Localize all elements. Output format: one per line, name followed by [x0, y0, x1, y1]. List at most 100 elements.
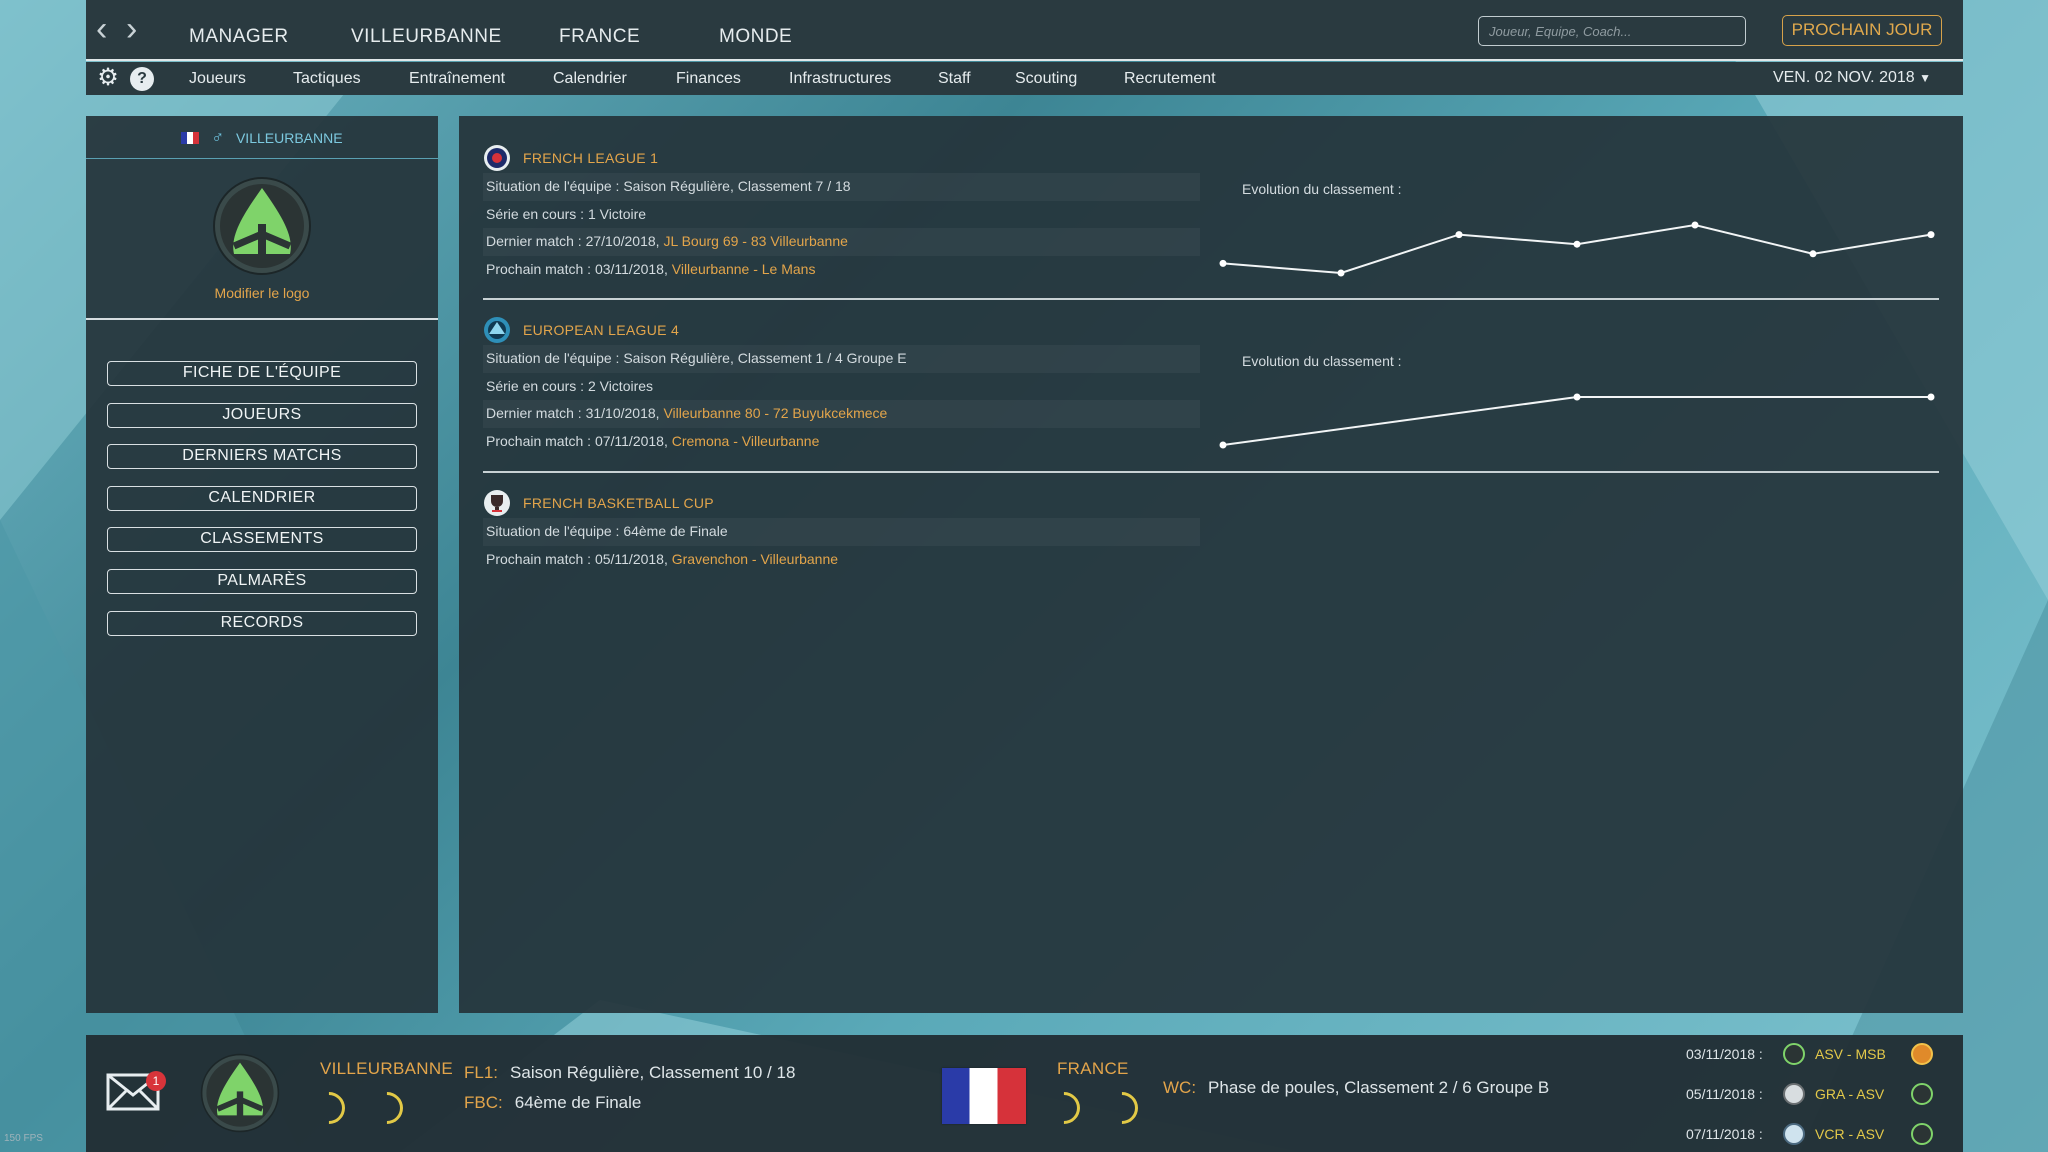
team-logo-icon[interactable] — [200, 1053, 280, 1133]
fixture-match[interactable]: ASV - MSB — [1815, 1046, 1886, 1062]
nav-manager[interactable]: MANAGER — [189, 26, 351, 48]
forward-arrow-icon[interactable]: › — [126, 12, 150, 46]
players-button[interactable]: JOUEURS — [107, 402, 417, 428]
team-name[interactable]: VILLEURBANNE — [236, 130, 343, 146]
wc-value: Phase de poules, Classement 2 / 6 Groupe… — [1208, 1078, 1550, 1097]
last-matches-button[interactable]: DERNIERS MATCHS — [107, 444, 417, 470]
away-team-logo-icon — [1911, 1123, 1933, 1145]
fps-counter: 150 FPS — [4, 1133, 43, 1144]
date-dropdown[interactable]: VEN. 02 NOV. 2018 ▼ — [1773, 69, 1931, 87]
evolution-point — [1455, 231, 1463, 239]
fixture-match[interactable]: VCR - ASV — [1815, 1126, 1884, 1142]
tab-tactiques[interactable]: Tactiques — [293, 70, 409, 88]
modify-logo-link[interactable]: Modifier le logo — [86, 285, 438, 301]
tab-staff[interactable]: Staff — [938, 70, 1015, 88]
wc-key: WC: — [1163, 1078, 1197, 1097]
evolution-point — [1927, 393, 1935, 401]
status-bar: 1 VILLEURBANNE FL1: Saison Régulière, Cla… — [86, 1035, 1963, 1152]
tab-scouting[interactable]: Scouting — [1015, 70, 1124, 88]
tab-entrainement[interactable]: Entraînement — [409, 70, 553, 88]
back-arrow-icon[interactable]: ‹ — [96, 12, 120, 46]
male-icon: ♂ — [211, 128, 225, 147]
france-flag-icon[interactable] — [942, 1068, 1026, 1124]
bottom-team-name[interactable]: VILLEURBANNE — [320, 1059, 453, 1079]
evolution-point — [1691, 221, 1699, 229]
next-match-label: Prochain match : 05/11/2018, — [486, 550, 672, 567]
cup-logo-icon — [484, 490, 510, 516]
fl1-value: Saison Régulière, Classement 10 / 18 — [510, 1063, 796, 1082]
chevron-down-icon: ▼ — [1919, 71, 1931, 85]
bottom-country-name[interactable]: FRANCE — [1057, 1059, 1129, 1079]
evolution-label: Evolution du classement : — [1242, 181, 1402, 197]
next-match: Prochain match : 03/11/2018, Villeurbann… — [483, 256, 1200, 284]
evolution-label: Evolution du classement : — [1242, 353, 1402, 369]
competition-name[interactable]: EUROPEAN LEAGUE 4 — [523, 322, 679, 338]
gear-icon[interactable]: ⚙ — [96, 66, 120, 91]
tab-calendrier[interactable]: Calendrier — [553, 70, 676, 88]
help-icon[interactable]: ? — [130, 67, 154, 91]
home-team-logo-icon — [1783, 1043, 1805, 1065]
tab-infrastructures[interactable]: Infrastructures — [789, 70, 938, 88]
nav-villeurbanne[interactable]: VILLEURBANNE — [351, 26, 559, 48]
fixture-item[interactable]: 07/11/2018 : VCR - ASV — [1686, 1120, 1946, 1148]
last-match-link[interactable]: JL Bourg 69 - 83 Villeurbanne — [663, 233, 847, 249]
loading-spinner-icon — [1041, 1085, 1087, 1131]
next-day-button[interactable]: PROCHAIN JOUR — [1782, 15, 1942, 46]
competitions-panel: FRENCH LEAGUE 1 Situation de l'équipe : … — [459, 116, 1963, 1013]
top-navigation-bar: ‹ › MANAGER VILLEURBANNE FRANCE MONDE PR… — [86, 0, 1963, 61]
records-button[interactable]: RECORDS — [107, 610, 417, 636]
next-match-link[interactable]: Gravenchon - Villeurbanne — [672, 551, 838, 567]
team-sidebar: ♂ VILLEURBANNE Modifier le logo FICHE DE… — [86, 116, 438, 1013]
sub-nav: Joueurs Tactiques Entraînement Calendrie… — [189, 70, 1216, 88]
team-menu: FICHE DE L'ÉQUIPE JOUEURS DERNIERS MATCH… — [107, 361, 417, 652]
team-logo-icon[interactable] — [212, 176, 312, 276]
next-match-link[interactable]: Villeurbanne - Le Mans — [672, 261, 816, 277]
competition-name[interactable]: FRENCH BASKETBALL CUP — [523, 495, 714, 511]
next-match-link[interactable]: Cremona - Villeurbanne — [672, 433, 820, 449]
fbc-value: 64ème de Finale — [514, 1093, 642, 1112]
trophies-button[interactable]: PALMARÈS — [107, 568, 417, 594]
loading-spinner-icon — [1099, 1085, 1145, 1131]
home-team-logo-icon — [1783, 1083, 1805, 1105]
calendar-button[interactable]: CALENDRIER — [107, 485, 417, 511]
evolution-point — [1573, 240, 1581, 248]
last-match-label: Dernier match : 31/10/2018, — [486, 405, 664, 421]
next-match-label: Prochain match : 03/11/2018, — [486, 260, 672, 277]
ranking-evolution-chart — [1219, 393, 1935, 449]
divider — [483, 298, 1939, 300]
nav-monde[interactable]: MONDE — [719, 26, 792, 48]
league-logo-icon — [484, 145, 510, 171]
league-logo-icon — [484, 317, 510, 343]
fbc-status: FBC: 64ème de Finale — [464, 1093, 641, 1113]
last-match-link[interactable]: Villeurbanne 80 - 72 Buyukcekmece — [663, 405, 887, 421]
competition-name[interactable]: FRENCH LEAGUE 1 — [523, 150, 658, 166]
last-match-label: Dernier match : 27/10/2018, — [486, 233, 664, 249]
fixture-match[interactable]: GRA - ASV — [1815, 1086, 1884, 1102]
evolution-line — [1222, 223, 1932, 275]
tab-joueurs[interactable]: Joueurs — [189, 70, 293, 88]
evolution-point — [1809, 250, 1817, 258]
search-input[interactable] — [1478, 16, 1746, 46]
current-streak: Série en cours : 1 Victoire — [486, 205, 647, 222]
fixture-date: 07/11/2018 : — [1686, 1126, 1763, 1142]
current-streak: Série en cours : 2 Victoires — [486, 377, 654, 394]
last-match: Dernier match : 27/10/2018, JL Bourg 69 … — [483, 228, 1200, 256]
evolution-point — [1219, 259, 1227, 267]
france-flag-icon — [181, 132, 200, 144]
fixture-item[interactable]: 03/11/2018 : ASV - MSB — [1686, 1040, 1946, 1068]
standings-button[interactable]: CLASSEMENTS — [107, 527, 417, 553]
last-match: Dernier match : 31/10/2018, Villeurbanne… — [483, 400, 1200, 428]
fixture-date: 03/11/2018 : — [1686, 1046, 1763, 1062]
away-team-logo-icon — [1911, 1083, 1933, 1105]
evolution-point — [1927, 231, 1935, 239]
next-match: Prochain match : 07/11/2018, Cremona - V… — [483, 428, 1200, 456]
team-sheet-button[interactable]: FICHE DE L'ÉQUIPE — [107, 361, 417, 386]
tab-recrutement[interactable]: Recrutement — [1124, 70, 1216, 88]
fixture-item[interactable]: 05/11/2018 : GRA - ASV — [1686, 1080, 1946, 1108]
evolution-line — [1222, 396, 1931, 446]
tab-finances[interactable]: Finances — [676, 70, 789, 88]
next-match-label: Prochain match : 07/11/2018, — [486, 432, 672, 449]
competition-french-basketball-cup: FRENCH BASKETBALL CUP Situation de l'équ… — [483, 488, 1939, 573]
evolution-point — [1337, 269, 1345, 277]
nav-france[interactable]: FRANCE — [559, 26, 719, 48]
